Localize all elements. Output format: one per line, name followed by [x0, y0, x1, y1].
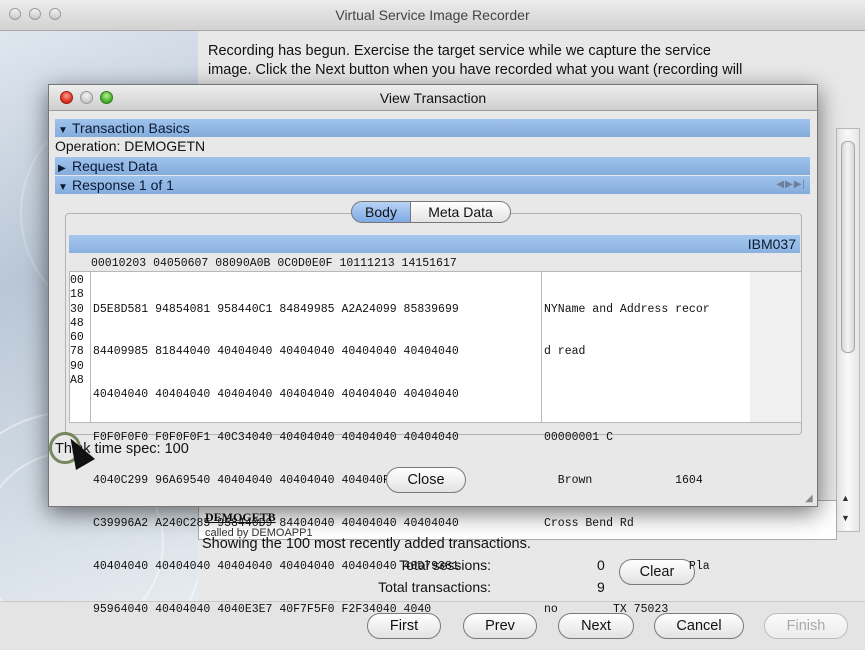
ascii-row: Brown 1604 — [544, 474, 703, 488]
resize-grip-icon[interactable]: ◢ — [805, 494, 815, 504]
offset: A8 — [70, 374, 84, 388]
hex-viewer[interactable]: 00 18 30 48 60 78 90 A8 D5E8D581 9485408… — [69, 271, 802, 616]
ascii-empty-area — [750, 272, 801, 422]
dialog-titlebar: View Transaction — [49, 85, 817, 111]
scroll-up-icon[interactable]: ▲ — [841, 493, 850, 503]
close-button[interactable]: Close — [386, 467, 466, 493]
prev-button[interactable]: Prev — [463, 613, 537, 639]
finish-button[interactable]: Finish — [764, 613, 848, 639]
offset: 60 — [70, 331, 84, 345]
encoding-bar: IBM037 — [69, 235, 800, 253]
hex-rows: D5E8D581 94854081 958440C1 84849985 A2A2… — [93, 274, 459, 646]
offset: 78 — [70, 345, 84, 359]
offset: 00 — [70, 274, 84, 287]
scrollbar-thumb[interactable] — [841, 141, 855, 353]
ascii-row: Cross Bend Rd — [544, 517, 634, 531]
tab-meta-data[interactable]: Meta Data — [411, 201, 511, 223]
encoding-label[interactable]: IBM037 — [748, 236, 796, 252]
dialog-title: View Transaction — [379, 90, 487, 106]
disclosure-down-icon: ▼ — [58, 182, 68, 193]
section-title: Transaction Basics — [72, 120, 190, 136]
hex-row: 40404040 40404040 40404040 40404040 4040… — [93, 388, 459, 402]
tab-body[interactable]: Body — [351, 201, 411, 223]
ascii-column[interactable]: NYName and Address recor d read 00000001… — [544, 274, 749, 616]
intro-line: Recording has begun. Exercise the target… — [208, 43, 711, 59]
hex-row: 84409985 81844040 40404040 40404040 4040… — [93, 345, 459, 359]
hex-row: 95964040 40404040 4040E3E7 40F7F5F0 F2F3… — [93, 602, 432, 616]
hex-row: D5E8D581 94854081 958440C1 84849985 A2A2… — [93, 302, 459, 316]
section-request-data[interactable]: ▶ Request Data — [55, 157, 810, 175]
ascii-row: Pla — [544, 559, 710, 573]
view-transaction-dialog: View Transaction ▼ Transaction Basics Ope… — [48, 84, 818, 616]
response-nav-arrows-icon[interactable]: ◀▶▶| — [776, 176, 806, 194]
window-title: Virtual Service Image Recorder — [335, 7, 530, 23]
ascii-row — [544, 388, 710, 402]
hex-bytes-column[interactable]: D5E8D581 94854081 958440C1 84849985 A2A2… — [90, 272, 542, 616]
ascii-row: NYName and Address recor — [544, 302, 710, 316]
offset-column: 00 18 30 48 60 78 90 A8 — [70, 274, 90, 388]
ascii-row: no TX 75023 — [544, 602, 669, 616]
ascii-rows: NYName and Address recor d read 00000001… — [544, 274, 710, 646]
offset: 18 — [70, 288, 84, 302]
hex-row: C39996A2 A240C285 958440D9 84404040 4040… — [93, 517, 459, 531]
intro-line: image. Click the Next button when you ha… — [208, 62, 743, 78]
offset: 48 — [70, 316, 84, 330]
operation-label: Operation: DEMOGETN — [55, 138, 206, 154]
scroll-down-icon[interactable]: ▼ — [841, 513, 850, 523]
offset: 30 — [70, 302, 84, 316]
section-transaction-basics[interactable]: ▼ Transaction Basics — [55, 119, 810, 137]
intro-text: Recording has begun. Exercise the target… — [208, 42, 853, 80]
ascii-row: d read — [544, 345, 586, 359]
transactions-scrollbar[interactable]: ▲ ▼ — [836, 128, 860, 532]
section-title: Request Data — [72, 158, 158, 174]
hex-row: 40404040 40404040 40404040 40404040 4040… — [93, 559, 459, 573]
offset: 90 — [70, 359, 84, 373]
main-titlebar: Virtual Service Image Recorder — [0, 0, 865, 31]
hex-column-header: 00010203 04050607 08090A0B 0C0D0E0F 1011… — [91, 257, 457, 270]
section-response[interactable]: ▼ Response 1 of 1 ◀▶▶| — [55, 176, 810, 194]
ascii-row: 00000001 C — [544, 431, 614, 445]
section-title: Response 1 of 1 — [72, 177, 174, 193]
